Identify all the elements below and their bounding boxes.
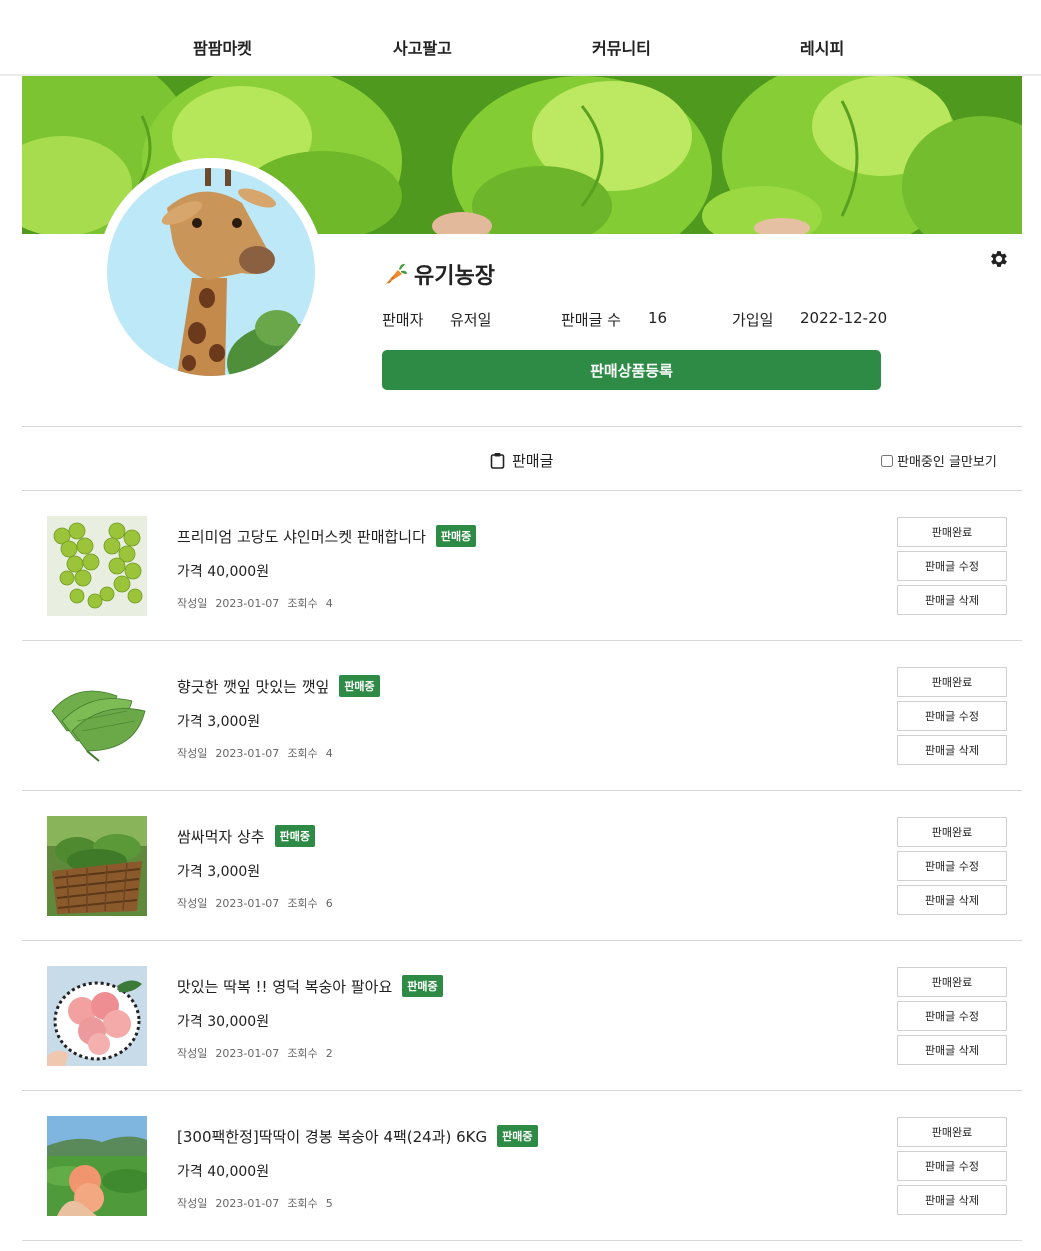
listing-item[interactable]: 맛있는 딱복 !! 영덕 복숭아 팔아요 판매중 가격 30,000원 작성일 2… — [22, 941, 1022, 1091]
listing-item[interactable]: 프리미엄 고당도 샤인머스켓 판매합니다 판매중 가격 40,000원 작성일 2… — [22, 491, 1022, 641]
listing-title[interactable]: 프리미엄 고당도 샤인머스켓 판매합니다 — [177, 526, 426, 547]
top-navigation: 팜팜마켓 사고팔고 커뮤니티 레시피 — [0, 0, 1041, 76]
date-value: 2023-01-07 — [215, 1047, 280, 1060]
nav-item-recipe[interactable]: 레시피 — [800, 35, 844, 59]
divider — [22, 1240, 1022, 1241]
date-value: 2023-01-07 — [215, 597, 280, 610]
delete-post-button[interactable]: 판매글 삭제 — [897, 1035, 1007, 1065]
listing-title[interactable]: 향긋한 깻잎 맛있는 깻잎 — [177, 676, 329, 697]
date-value: 2023-01-07 — [215, 897, 280, 910]
joined-label: 가입일 — [732, 311, 774, 329]
date-label: 작성일 — [177, 747, 208, 760]
listing-meta: 작성일 2023-01-07 조회수 4 — [177, 745, 341, 761]
date-label: 작성일 — [177, 597, 208, 610]
views-value: 4 — [325, 747, 333, 760]
views-value: 5 — [325, 1197, 333, 1210]
status-badge: 판매중 — [274, 825, 315, 847]
views-label: 조회수 — [287, 597, 318, 610]
mark-sold-button[interactable]: 판매완료 — [897, 517, 1007, 547]
views-value: 2 — [325, 1047, 333, 1060]
listing-item[interactable]: 쌈싸먹자 상추 판매중 가격 3,000원 작성일 2023-01-07 조회수 6 … — [22, 791, 1022, 941]
listing-thumbnail[interactable] — [47, 1116, 147, 1216]
farm-name-heading: 유기농장 — [382, 258, 495, 290]
profile-avatar — [98, 158, 324, 384]
listing-price: 가격 40,000원 — [177, 564, 270, 580]
listing-thumbnail[interactable] — [47, 966, 147, 1066]
gear-icon[interactable] — [987, 248, 1009, 270]
on-sale-only-filter[interactable]: 판매중인 글만보기 — [881, 451, 997, 470]
date-label: 작성일 — [177, 897, 208, 910]
seller-value: 유저일 — [450, 311, 492, 329]
edit-post-button[interactable]: 판매글 수정 — [897, 551, 1007, 581]
listing-thumbnail[interactable] — [47, 516, 147, 616]
listing-title-row[interactable]: 향긋한 깻잎 맛있는 깻잎 판매중 — [177, 675, 380, 697]
views-label: 조회수 — [287, 1047, 318, 1060]
listing-meta: 작성일 2023-01-07 조회수 4 — [177, 595, 341, 611]
listing-title-row[interactable]: 프리미엄 고당도 샤인머스켓 판매합니다 판매중 — [177, 525, 477, 547]
edit-post-button[interactable]: 판매글 수정 — [897, 851, 1007, 881]
nav-item-pampam-market[interactable]: 팜팜마켓 — [193, 35, 252, 59]
status-badge: 판매중 — [497, 1125, 538, 1147]
listing-meta: 작성일 2023-01-07 조회수 2 — [177, 1045, 341, 1061]
farm-name-text: 유기농장 — [414, 264, 495, 289]
listing-price: 가격 3,000원 — [177, 714, 261, 730]
delete-post-button[interactable]: 판매글 삭제 — [897, 885, 1007, 915]
carrot-icon — [385, 263, 407, 285]
tab-posts-label: 판매글 — [512, 452, 554, 470]
nav-item-buy-sell[interactable]: 사고팔고 — [393, 35, 452, 59]
on-sale-only-label: 판매중인 글만보기 — [897, 455, 997, 470]
views-value: 4 — [325, 597, 333, 610]
edit-post-button[interactable]: 판매글 수정 — [897, 1151, 1007, 1181]
delete-post-button[interactable]: 판매글 삭제 — [897, 735, 1007, 765]
listing-price: 가격 40,000원 — [177, 1164, 270, 1180]
listing-thumbnail[interactable] — [47, 816, 147, 916]
mark-sold-button[interactable]: 판매완료 — [897, 967, 1007, 997]
date-value: 2023-01-07 — [215, 747, 280, 760]
listing-item[interactable]: 향긋한 깻잎 맛있는 깻잎 판매중 가격 3,000원 작성일 2023-01-0… — [22, 641, 1022, 791]
mark-sold-button[interactable]: 판매완료 — [897, 667, 1007, 697]
listing-item[interactable]: [300팩한정]딱딱이 경봉 복숭아 4팩(24과) 6KG 판매중 가격 40… — [22, 1091, 1022, 1241]
listing-price: 가격 3,000원 — [177, 864, 261, 880]
delete-post-button[interactable]: 판매글 삭제 — [897, 585, 1007, 615]
status-badge: 판매중 — [402, 975, 443, 997]
date-value: 2023-01-07 — [215, 1197, 280, 1210]
clipboard-icon — [490, 453, 505, 469]
listing-title[interactable]: 맛있는 딱복 !! 영덕 복숭아 팔아요 — [177, 976, 392, 997]
posts-count-value: 16 — [648, 309, 668, 327]
listing-meta: 작성일 2023-01-07 조회수 6 — [177, 895, 341, 911]
listing-title-row[interactable]: 맛있는 딱복 !! 영덕 복숭아 팔아요 판매중 — [177, 975, 443, 997]
listing-title-row[interactable]: 쌈싸먹자 상추 판매중 — [177, 825, 315, 847]
edit-post-button[interactable]: 판매글 수정 — [897, 1001, 1007, 1031]
views-label: 조회수 — [287, 747, 318, 760]
status-badge: 판매중 — [339, 675, 380, 697]
on-sale-only-checkbox[interactable] — [881, 454, 893, 467]
seller-label: 판매자 — [382, 311, 424, 329]
nav-item-community[interactable]: 커뮤니티 — [592, 35, 651, 59]
listing-title[interactable]: [300팩한정]딱딱이 경봉 복숭아 4팩(24과) 6KG — [177, 1126, 487, 1147]
views-label: 조회수 — [287, 897, 318, 910]
views-label: 조회수 — [287, 1197, 318, 1210]
mark-sold-button[interactable]: 판매완료 — [897, 1117, 1007, 1147]
delete-post-button[interactable]: 판매글 삭제 — [897, 1185, 1007, 1215]
listing-thumbnail[interactable] — [47, 666, 147, 766]
register-product-button[interactable]: 판매상품등록 — [382, 350, 881, 390]
listing-meta: 작성일 2023-01-07 조회수 5 — [177, 1195, 341, 1211]
posts-count-label: 판매글 수 — [561, 311, 621, 329]
listing-price: 가격 30,000원 — [177, 1014, 270, 1030]
edit-post-button[interactable]: 판매글 수정 — [897, 701, 1007, 731]
date-label: 작성일 — [177, 1197, 208, 1210]
mark-sold-button[interactable]: 판매완료 — [897, 817, 1007, 847]
divider — [22, 426, 1022, 427]
views-value: 6 — [325, 897, 333, 910]
tab-posts[interactable]: 판매글 — [490, 450, 553, 471]
listing-title-row[interactable]: [300팩한정]딱딱이 경봉 복숭아 4팩(24과) 6KG 판매중 — [177, 1125, 538, 1147]
status-badge: 판매중 — [435, 525, 477, 547]
date-label: 작성일 — [177, 1047, 208, 1060]
joined-value: 2022-12-20 — [800, 309, 888, 327]
listing-title[interactable]: 쌈싸먹자 상추 — [177, 826, 265, 847]
